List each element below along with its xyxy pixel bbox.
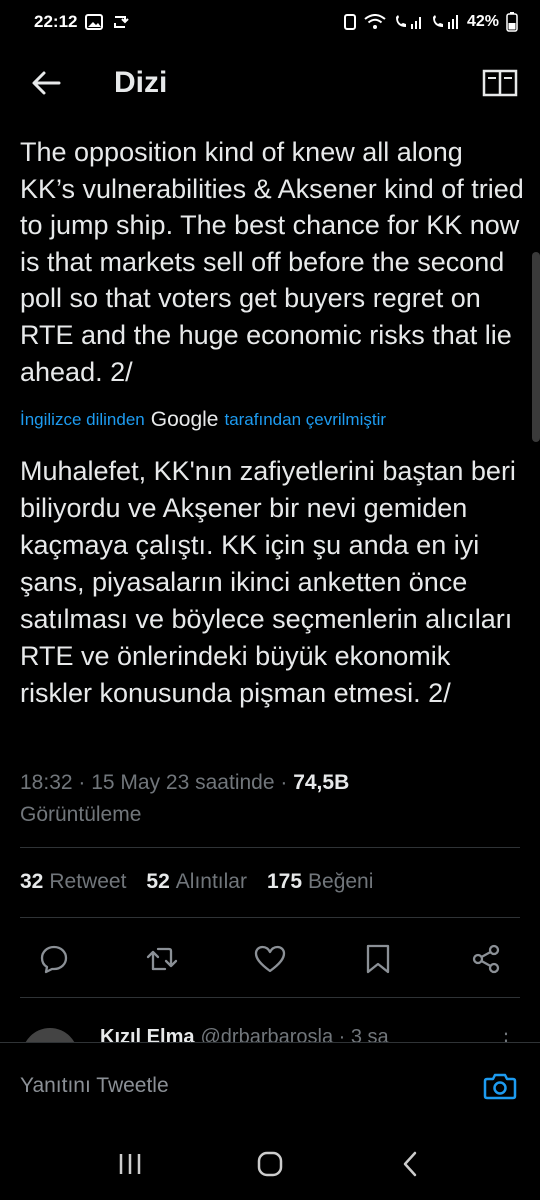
sync-icon (111, 14, 130, 30)
retweets-label: Retweet (49, 870, 127, 893)
tweet-time: 18:32 (20, 771, 73, 794)
reply-composer[interactable]: Yanıtını Tweetle (0, 1042, 540, 1128)
divider (20, 997, 520, 998)
avatar[interactable] (22, 1028, 78, 1042)
camera-button[interactable] (480, 1066, 520, 1106)
alarm-icon (343, 13, 357, 31)
heart-icon (254, 945, 286, 973)
reply-preview[interactable]: Kızıl Elma @drbarbarosla · 3 sa ⋮ (0, 1022, 540, 1042)
reader-mode-button[interactable] (480, 63, 520, 103)
tweet-text: The opposition kind of knew all along KK… (20, 137, 524, 387)
translation-prefix: İngilizce dilinden (20, 410, 145, 429)
tweet-stats: 32 Retweet 52 Alıntılar 175 Beğeni (20, 870, 373, 894)
tweet-meta: 18:32 · 15 May 23 saatinde · 74,5B Görün… (20, 771, 350, 826)
comment-icon (40, 945, 68, 974)
chevron-left-icon (403, 1151, 417, 1177)
tweet-date: 15 May 23 saatinde (91, 771, 275, 794)
like-button[interactable] (248, 937, 292, 981)
google-logo: Google (150, 408, 219, 431)
recent-apps-icon (119, 1154, 141, 1174)
divider (20, 847, 520, 848)
home-button[interactable] (245, 1139, 295, 1189)
tweet-detail[interactable]: The opposition kind of knew all along KK… (0, 122, 540, 1042)
reply-author-handle: @drbarbarosla · 3 sa (200, 1026, 389, 1042)
camera-icon (483, 1073, 517, 1099)
wifi-icon (364, 14, 386, 30)
retweet-button[interactable] (140, 937, 184, 981)
back-button[interactable] (28, 65, 64, 101)
reply-button[interactable] (32, 937, 76, 981)
translated-tweet-text: Muhalefet, KK'nın zafiyetlerini baştan b… (20, 456, 516, 708)
quotes-stat[interactable]: 52 Alıntılar (146, 870, 247, 894)
system-navigation-bar (0, 1128, 540, 1200)
translation-suffix: tarafından çevrilmiştir (224, 410, 387, 429)
home-icon (257, 1151, 283, 1177)
recent-apps-button[interactable] (105, 1139, 155, 1189)
retweets-count: 32 (20, 870, 44, 893)
call-signal-2-icon (430, 14, 460, 30)
book-open-icon (482, 69, 518, 97)
quotes-label: Alıntılar (175, 870, 247, 893)
bookmark-button[interactable] (356, 937, 400, 981)
views-label: Görüntüleme (20, 803, 142, 826)
reply-input[interactable]: Yanıtını Tweetle (20, 1074, 169, 1098)
gallery-icon (85, 14, 104, 30)
divider (20, 917, 520, 918)
page-title: Dizi (114, 66, 168, 99)
likes-stat[interactable]: 175 Beğeni (267, 870, 373, 894)
battery-percent: 42% (466, 13, 499, 30)
status-time: 22:12 (34, 12, 78, 31)
tweet-actions (0, 934, 540, 984)
scrollbar[interactable] (532, 252, 540, 442)
likes-label: Beğeni (308, 870, 374, 893)
reply-author[interactable]: Kızıl Elma @drbarbarosla · 3 sa (100, 1026, 389, 1042)
battery-icon (506, 12, 518, 32)
share-button[interactable] (464, 937, 508, 981)
likes-count: 175 (266, 870, 303, 893)
share-icon (472, 944, 500, 974)
quotes-count: 52 (146, 870, 170, 893)
reply-author-name: Kızıl Elma (100, 1026, 195, 1042)
bookmark-icon (366, 944, 390, 974)
retweet-icon (146, 947, 178, 971)
more-options-icon[interactable]: ⋮ (496, 1028, 516, 1042)
retweets-stat[interactable]: 32 Retweet (20, 870, 126, 894)
translation-attribution[interactable]: İngilizce dilinden Google tarafından çev… (20, 408, 386, 432)
call-signal-icon (393, 14, 423, 30)
top-app-bar: Dizi (0, 44, 540, 122)
system-back-button[interactable] (385, 1139, 435, 1189)
arrow-left-icon (32, 71, 61, 95)
views-count[interactable]: 74,5B (293, 771, 349, 794)
status-bar: 22:12 42% (0, 0, 540, 44)
